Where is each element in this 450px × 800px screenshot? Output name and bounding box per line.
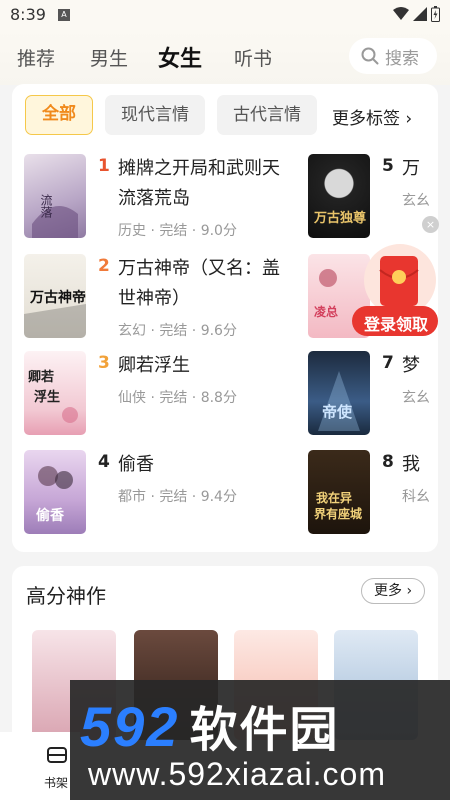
tab-audiobook[interactable]: 听书 xyxy=(234,44,272,71)
svg-text:浮生: 浮生 xyxy=(34,389,60,405)
svg-text:偷香: 偷香 xyxy=(36,507,65,524)
svg-text:界有座城: 界有座城 xyxy=(314,506,362,521)
wifi-icon xyxy=(393,7,409,20)
signal-icon xyxy=(413,7,427,21)
book-title: 我 xyxy=(402,454,420,475)
status-time: 8:39 xyxy=(10,5,46,24)
svg-text:帝使: 帝使 xyxy=(322,403,353,421)
svg-text:万古神帝: 万古神帝 xyxy=(29,289,86,306)
login-reward-button[interactable]: 登录领取 xyxy=(352,244,438,339)
watermark-logo: 592 软件园 xyxy=(80,690,339,760)
book-meta: 科幺 xyxy=(402,489,430,505)
section-title: 高分神作 xyxy=(26,584,106,608)
tab-male[interactable]: 男生 xyxy=(90,44,128,71)
book-title: 卿若浮生 xyxy=(118,355,190,376)
book-meta: 玄幺 xyxy=(402,193,430,209)
filter-chips: 全部 现代言情 古代言情 xyxy=(25,95,317,135)
book-meta: 仙侠 · 完结 · 8.8分 xyxy=(118,390,237,406)
chip-all[interactable]: 全部 xyxy=(25,95,93,135)
tab-recommend[interactable]: 推荐 xyxy=(17,44,55,71)
book-title: 摊牌之开局和武则天流落荒岛 xyxy=(118,158,280,209)
book-item[interactable]: 万古神帝 2 万古神帝（又名：盖世神帝） 玄幻 · 完结 · 9.6分 xyxy=(24,254,314,344)
red-packet-label: 登录领取 xyxy=(364,315,429,334)
battery-icon xyxy=(431,6,440,22)
more-tags-button[interactable]: 更多标签 › xyxy=(332,104,412,129)
book-title: 偷香 xyxy=(118,454,154,475)
tab-female[interactable]: 女生 xyxy=(152,41,203,73)
book-meta: 玄幻 · 完结 · 9.6分 xyxy=(118,323,237,339)
book-meta: 都市 · 完结 · 9.4分 xyxy=(118,489,237,505)
book-item[interactable]: 卿若 浮生 3 卿若浮生 仙侠 · 完结 · 8.8分 xyxy=(24,351,314,441)
book-cover: 卿若浮生 xyxy=(24,351,86,435)
book-cover: 万古独尊 xyxy=(308,154,370,238)
close-icon[interactable]: × xyxy=(422,216,439,233)
book-rank: 4 xyxy=(98,452,110,472)
ranking-column-right: 万古独尊 5 万 玄幺 凌总 6 帝使 7 梦 玄幺 我在异界有座城 xyxy=(308,154,438,544)
tab-female-label: 女生 xyxy=(158,47,203,72)
tab-bookshelf[interactable]: 书架 xyxy=(44,774,68,791)
top-nav: 推荐 男生 女生 听书 搜索 xyxy=(0,30,450,85)
book-cover: 流落 xyxy=(24,154,86,238)
svg-text:流落: 流落 xyxy=(39,194,53,219)
system-icons xyxy=(393,6,440,22)
book-rank: 1 xyxy=(98,156,110,176)
book-item[interactable]: 我在异 界有座城 8 我 科幺 xyxy=(308,450,438,540)
book-cover: 万古神帝 xyxy=(24,254,86,338)
chip-modern-romance[interactable]: 现代言情 xyxy=(105,95,205,135)
bottom-tab-bar: 书架 xyxy=(0,732,80,800)
book-meta: 历史 · 完结 · 9.0分 xyxy=(118,223,237,239)
book-cover: 偷香 xyxy=(24,450,86,534)
book-item[interactable]: 偷香 4 偷香 都市 · 完结 · 9.4分 xyxy=(24,450,314,540)
book-title: 万 xyxy=(402,158,420,179)
book-cover: 帝使 xyxy=(308,351,370,435)
watermark: 592 软件园 www.592xiazai.com xyxy=(70,680,450,800)
book-meta: 玄幺 xyxy=(402,390,430,406)
search-button[interactable]: 搜索 xyxy=(349,38,437,74)
status-bar: 8:39 A xyxy=(0,0,450,30)
watermark-brand: 软件园 xyxy=(189,704,340,757)
book-item[interactable]: 万古独尊 5 万 玄幺 xyxy=(308,154,438,244)
watermark-url: www.592xiazai.com xyxy=(88,756,386,792)
book-item[interactable]: 流落 1 摊牌之开局和武则天流落荒岛 历史 · 完结 · 9.0分 xyxy=(24,154,314,244)
book-cover: 我在异 界有座城 xyxy=(308,450,370,534)
search-label: 搜索 xyxy=(385,48,419,69)
svg-text:我在异: 我在异 xyxy=(316,490,352,505)
book-rank: 2 xyxy=(98,256,110,276)
book-item[interactable]: 帝使 7 梦 玄幺 xyxy=(308,351,438,441)
bookshelf-icon[interactable] xyxy=(46,744,68,766)
svg-text:凌总: 凌总 xyxy=(314,304,338,319)
book-rank: 8 xyxy=(382,452,394,472)
svg-text:卿若: 卿若 xyxy=(28,369,54,385)
book-rank: 7 xyxy=(382,353,394,373)
svg-text:万古独尊: 万古独尊 xyxy=(313,210,366,226)
notification-icon: A xyxy=(58,9,70,21)
section-more-button[interactable]: 更多 › xyxy=(361,578,425,604)
search-icon xyxy=(361,47,379,65)
watermark-number: 592 xyxy=(80,695,180,758)
book-title: 万古神帝（又名：盖世神帝） xyxy=(118,258,280,309)
chip-ancient-romance[interactable]: 古代言情 xyxy=(217,95,317,135)
book-rank: 5 xyxy=(382,156,394,176)
book-title: 梦 xyxy=(402,355,420,376)
book-rank: 3 xyxy=(98,353,110,373)
